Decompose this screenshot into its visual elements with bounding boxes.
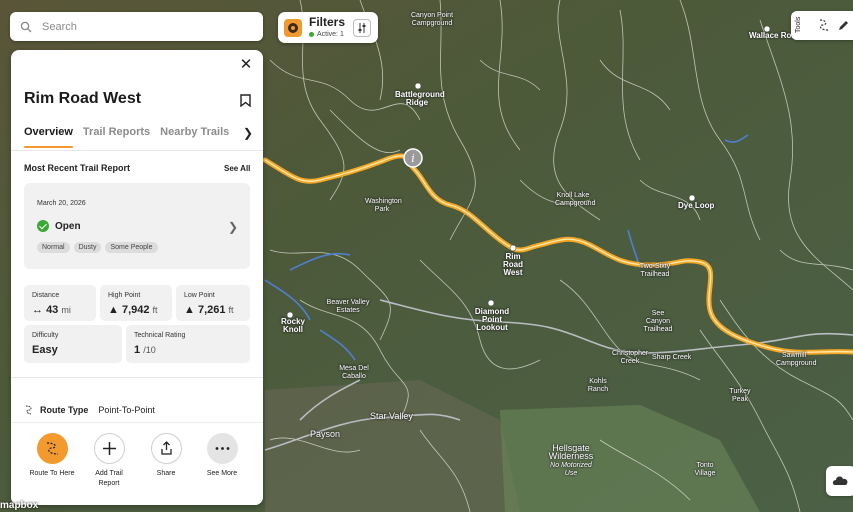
map-label-canyon-point: Canyon Point Campground xyxy=(410,12,454,27)
stat-label: Low Point xyxy=(184,292,215,299)
map-label-dye-loop[interactable]: Dye Loop xyxy=(678,202,714,210)
active-dot-icon xyxy=(309,32,314,37)
stat-value: Easy xyxy=(32,344,58,356)
map-label-no-motorized: No Motorized Use xyxy=(550,462,592,477)
tools-label: Tools xyxy=(795,16,802,33)
tools-panel[interactable]: Tools xyxy=(791,11,853,40)
check-circle-icon xyxy=(37,220,49,232)
stat-distance: Distance ↔ 43 mi xyxy=(24,285,96,321)
map-label-diamond-point-lookout[interactable]: Diamond Point Lookout xyxy=(472,308,512,332)
stat-label: Distance xyxy=(32,292,60,299)
route-draw-icon[interactable] xyxy=(817,18,831,32)
route-type-value: Point-To-Point xyxy=(98,405,155,415)
filters-button[interactable]: Filters Active: 1 xyxy=(278,12,378,43)
stat-low-point: Low Point ▲ 7,261 ft xyxy=(176,285,250,321)
report-date: March 20, 2026 xyxy=(37,200,86,207)
share-icon xyxy=(150,433,182,464)
map-label-tonto-village: Tonto Village xyxy=(694,462,716,477)
stat-label: Technical Rating xyxy=(134,332,186,339)
map-label-rocky-knoll[interactable]: Rocky Knoll xyxy=(278,318,308,334)
stat-value: ▲ 7,261 ft xyxy=(184,304,234,316)
chevron-right-icon: ❯ xyxy=(228,220,239,234)
map-label-christopher-creek: Christopher Creek xyxy=(612,350,649,365)
map-label-sharp-creek: Sharp Creek xyxy=(652,354,692,361)
report-tags: Normal Dusty Some People xyxy=(37,242,158,253)
arrows-horizontal-icon: ↔ xyxy=(32,304,43,316)
map-label-star-valley: Star Valley xyxy=(370,411,413,421)
bookmark-icon[interactable] xyxy=(240,94,251,107)
report-tag: Normal xyxy=(37,242,70,253)
map-label-washington-park: Washington Park xyxy=(365,198,402,213)
route-icon xyxy=(36,433,68,464)
stat-label: Difficulty xyxy=(32,332,59,339)
report-status-text: Open xyxy=(55,220,81,232)
map-label-sawmill: Sawmill Campground xyxy=(776,352,817,367)
close-button[interactable]: ✕ xyxy=(239,57,253,72)
report-tag: Dusty xyxy=(73,242,102,253)
mapbox-attribution[interactable]: mapbox xyxy=(0,500,38,511)
more-dots-icon xyxy=(206,433,238,464)
map-label-see-canyon: See Canyon Trailhead xyxy=(643,310,673,333)
see-more-button[interactable]: See More xyxy=(192,433,252,479)
cloud-icon xyxy=(832,476,848,485)
map-label-rim-road-west[interactable]: Rim Road West xyxy=(495,253,531,277)
tabs-scroll-right-icon[interactable]: ❯ xyxy=(243,126,253,140)
trail-detail-panel: ✕ Rim Road West Overview Trail Reports N… xyxy=(11,50,263,505)
search-icon xyxy=(20,21,32,32)
trail-tabs: Overview Trail Reports Nearby Trails W xyxy=(24,126,252,148)
stat-high-point: High Point ▲ 7,942 ft xyxy=(100,285,172,321)
map-label-two-sixty: Two-Sixty Trailhead xyxy=(639,263,671,278)
mountain-icon: ▲ xyxy=(184,304,195,316)
map-label-battleground-ridge[interactable]: Battleground Ridge xyxy=(395,91,445,107)
route-icon xyxy=(25,405,33,415)
tab-nearby-trails[interactable]: Nearby Trails xyxy=(160,126,229,148)
filters-title: Filters xyxy=(309,15,346,29)
stat-value: ▲ 7,942 ft xyxy=(108,304,158,316)
svg-text:i: i xyxy=(411,152,415,165)
add-trail-report-button[interactable]: Add Trail Report xyxy=(79,433,139,489)
tab-trail-reports[interactable]: Trail Reports xyxy=(83,126,150,148)
map-label-hellsgate: Hellsgate Wilderness xyxy=(548,443,594,461)
plus-icon xyxy=(93,433,125,464)
filters-status: Active: 1 xyxy=(309,31,344,38)
stat-value: ↔ 43 mi xyxy=(32,304,71,316)
sliders-icon xyxy=(358,23,366,33)
map-label-payson: Payson xyxy=(310,429,341,439)
trail-title: Rim Road West xyxy=(24,90,142,107)
route-to-here-button[interactable]: Route To Here xyxy=(22,433,82,479)
route-type-row: Route Type Point-To-Point xyxy=(24,405,155,415)
stat-technical-rating: Technical Rating 1 /10 xyxy=(126,325,250,363)
mountain-icon: ▲ xyxy=(108,304,119,316)
stat-label: High Point xyxy=(108,292,141,299)
report-status: Open xyxy=(37,220,81,232)
pencil-icon[interactable] xyxy=(837,18,849,32)
section-title-trail-report: Most Recent Trail Report xyxy=(24,163,131,173)
tab-overview[interactable]: Overview xyxy=(24,126,73,148)
search-bar[interactable] xyxy=(10,12,263,41)
filter-settings-button[interactable] xyxy=(353,19,371,37)
stat-difficulty: Difficulty Easy xyxy=(24,325,122,363)
trail-report-card[interactable]: March 20, 2026 Open ❯ Normal Dusty Some … xyxy=(24,183,250,269)
filters-status-text: Active: 1 xyxy=(317,31,344,38)
route-type-label: Route Type xyxy=(40,405,89,415)
see-all-link[interactable]: See All xyxy=(224,164,250,173)
action-bar: Route To Here Add Trail Report Share See… xyxy=(11,422,263,505)
map-label-mesa-del-caballo: Mesa Del Caballo xyxy=(339,365,369,380)
stat-value: 1 /10 xyxy=(134,344,156,356)
filters-icon xyxy=(284,19,302,37)
map-label-knoll-lake: Knoll Lake Campground xyxy=(555,192,596,207)
map-label-turkey-peak: Turkey Peak xyxy=(729,388,751,403)
map-label-beaver-valley: Beaver Valley Estates xyxy=(326,299,370,314)
report-tag: Some People xyxy=(105,242,158,253)
share-button[interactable]: Share xyxy=(136,433,196,479)
search-input[interactable] xyxy=(40,19,244,34)
map-label-kohls-ranch: Kohls Ranch xyxy=(587,378,609,393)
layers-button[interactable] xyxy=(826,466,853,496)
